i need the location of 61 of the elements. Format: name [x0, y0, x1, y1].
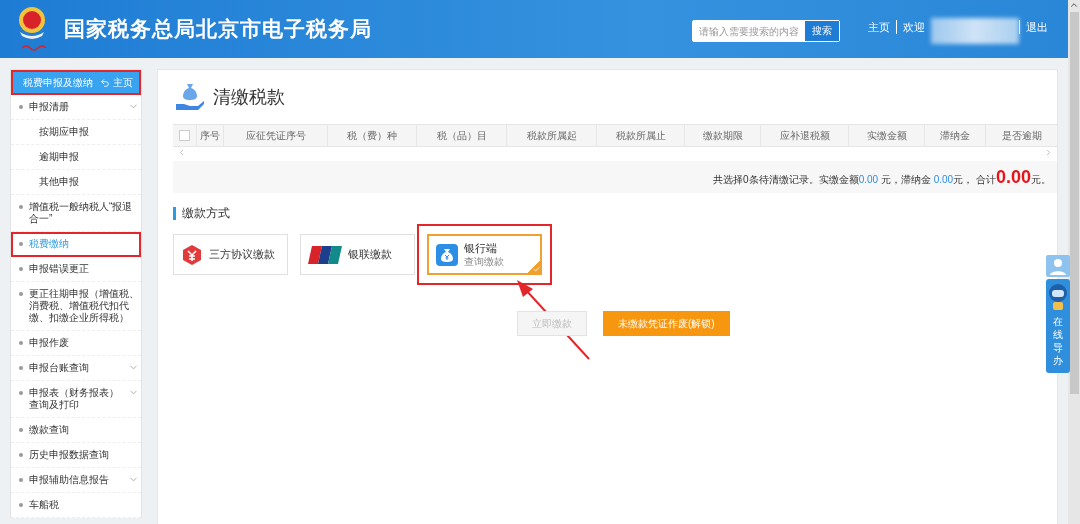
column-header: 是否逾期 — [1000, 128, 1043, 143]
sidebar-item[interactable]: 申报表（财务报表）查询及打印 — [11, 381, 141, 418]
column-header: 缴款期限 — [685, 125, 761, 146]
bullet-icon — [19, 267, 23, 271]
payment-option[interactable]: 银行端 查询缴款 — [427, 234, 542, 275]
sidebar-item[interactable]: 历史申报数据查询 — [11, 443, 141, 468]
section-title: 缴款方式 — [173, 207, 1057, 220]
column-header: 应补退税额 — [761, 125, 849, 146]
money-bag-hand-icon — [175, 82, 205, 112]
column-header: 税（费）种 — [328, 125, 417, 146]
header-link[interactable]: 主页 — [862, 20, 896, 34]
bullet-icon — [19, 292, 23, 296]
scrollbar[interactable] — [1068, 0, 1080, 524]
bullet-icon — [19, 503, 23, 507]
bullet-icon — [19, 478, 23, 482]
column-header: 滞纳金 — [925, 125, 986, 146]
bullet-icon — [19, 341, 23, 345]
search-button[interactable]: 搜索 — [805, 21, 839, 41]
payment-option[interactable]: 银联缴款 — [300, 234, 415, 275]
bullet-icon — [19, 453, 23, 457]
sidebar-item[interactable]: 申报错误更正 — [11, 257, 141, 282]
column-header: 税款所属止 — [597, 125, 685, 146]
sidebar-item[interactable]: 申报作废 — [11, 331, 141, 356]
sidebar-item[interactable]: 车船税 — [11, 493, 141, 518]
bullet-icon — [19, 366, 23, 370]
bank-card-logo-icon — [308, 245, 342, 264]
sidebar-item[interactable]: 缴款查询 — [11, 418, 141, 443]
sidebar-item[interactable]: 更正往期申报（增值税、消费税、增值税代扣代缴、扣缴企业所得税） — [11, 282, 141, 331]
money-bag-icon — [436, 243, 458, 266]
sidebar-title: 税费申报及缴纳 — [23, 75, 93, 90]
column-header: 序号 — [197, 125, 224, 146]
sidebar-item[interactable]: 按期应申报 — [11, 120, 141, 145]
page-title: 清缴税款 — [213, 86, 285, 109]
logout-link[interactable]: 退出 — [1019, 20, 1048, 34]
scroll-up-icon[interactable] — [1069, 0, 1079, 10]
sidebar-item[interactable]: 申报清册 — [11, 95, 141, 120]
sidebar-item[interactable]: 增值税一般纳税人“报退合一” — [11, 195, 141, 232]
bullet-icon — [19, 205, 23, 209]
bullet-icon — [19, 391, 23, 395]
column-header: 实缴金额 — [849, 125, 925, 146]
bullet-icon — [19, 105, 23, 109]
select-all-checkbox[interactable] — [179, 130, 190, 141]
scroll-left-icon[interactable] — [177, 147, 186, 157]
column-header: 税款所属起 — [507, 125, 597, 146]
cube-icon — [181, 243, 203, 266]
sidebar-item[interactable]: 其他申报 — [11, 170, 141, 195]
scroll-right-icon[interactable] — [1044, 147, 1053, 157]
search-field[interactable]: 请输入需要搜索的内容 搜索 — [692, 20, 840, 42]
payment-option[interactable]: 三方协议缴款 — [173, 234, 288, 275]
back-arrow-icon — [100, 77, 110, 88]
bullet-icon — [19, 242, 23, 246]
sidebar-item[interactable]: 申报辅助信息报告 — [11, 468, 141, 493]
column-header: 应征凭证序号 — [224, 125, 328, 146]
robot-icon — [1047, 281, 1069, 311]
user-icon[interactable] — [1046, 255, 1070, 277]
bullet-icon — [19, 428, 23, 432]
sidebar-item[interactable]: 申报台账查询 — [11, 356, 141, 381]
column-header: 税（品）目 — [417, 125, 507, 146]
summary-text: 共选择0条待清缴记录。实缴金额0.00 元，滞纳金 0.00元， 合计0.00元。 — [713, 166, 1051, 188]
site-title: 国家税务总局北京市电子税务局 — [64, 16, 372, 42]
sidebar-item[interactable]: 逾期申报 — [11, 145, 141, 170]
